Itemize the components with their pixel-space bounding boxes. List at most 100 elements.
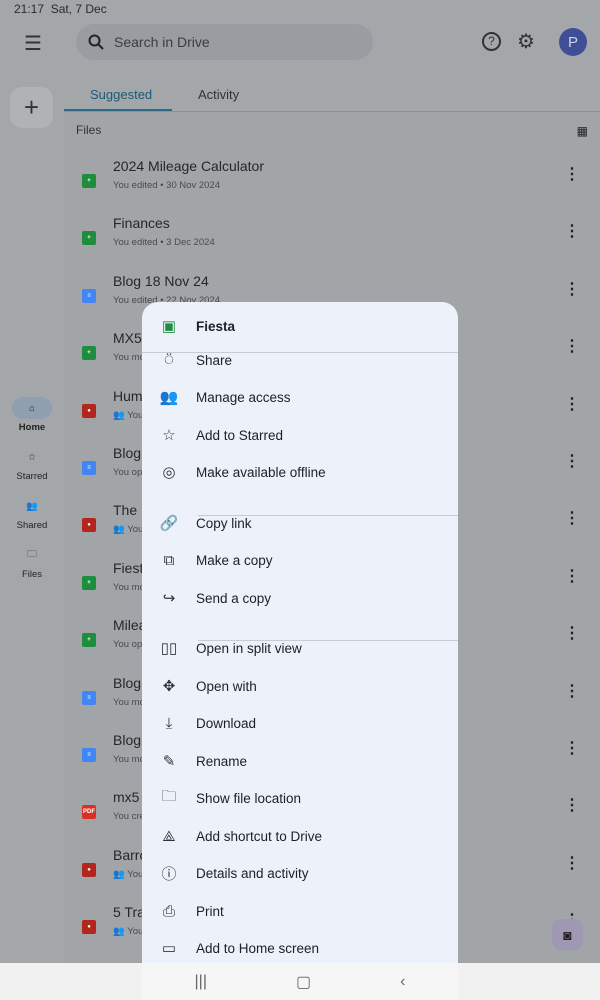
sheet-file-icon: + bbox=[82, 575, 96, 590]
print-icon: ⎙ bbox=[162, 902, 175, 920]
shared-icon: 👥 bbox=[113, 524, 128, 536]
menu-item-download[interactable]: ⤓ Download bbox=[142, 705, 458, 741]
menu-item-details-and-activity[interactable]: ⓘ Details and activity bbox=[142, 855, 458, 891]
file-subtitle: You mo bbox=[113, 352, 145, 363]
file-meta: You bbox=[127, 524, 144, 536]
more-options-icon[interactable]: ⋮ bbox=[564, 738, 580, 758]
grid-view-icon[interactable]: ▦ bbox=[577, 124, 588, 138]
status-bar: 21:17 Sat, 7 Dec bbox=[14, 2, 107, 16]
menu-item-rename[interactable]: ✎ Rename bbox=[142, 743, 458, 779]
file-row[interactable]: + Finances You edited • 3 Dec 2024 ⋮ bbox=[64, 215, 600, 272]
camera-icon: ◙ bbox=[563, 926, 572, 943]
sheet-file-icon: + bbox=[82, 174, 96, 188]
pencil-icon: ✎ bbox=[162, 753, 176, 770]
menu-item-add-shortcut-to-drive[interactable]: ⟁ Add shortcut to Drive bbox=[142, 818, 458, 854]
shared-icon: 👥 bbox=[113, 926, 128, 938]
doc-file-icon: ≡ bbox=[82, 288, 96, 303]
back-button[interactable]: ‹ bbox=[400, 973, 405, 991]
file-meta: You mo bbox=[113, 696, 145, 708]
map-file-icon: ● bbox=[82, 403, 96, 418]
search-placeholder: Search in Drive bbox=[114, 34, 210, 50]
doc-file-icon: ≡ bbox=[82, 461, 96, 475]
help-icon[interactable]: ? bbox=[482, 32, 501, 51]
folder-icon: 🗀 bbox=[27, 549, 37, 560]
menu-item-share[interactable]: ⍥ Share bbox=[142, 342, 458, 378]
menu-item-add-to-starred[interactable]: ☆ Add to Starred bbox=[142, 417, 458, 453]
menu-header: ▣ Fiesta bbox=[142, 308, 458, 344]
file-subtitle: You op bbox=[113, 639, 142, 650]
more-options-icon[interactable]: ⋮ bbox=[564, 681, 580, 701]
more-options-icon[interactable]: ⋮ bbox=[564, 336, 580, 356]
new-button[interactable]: + bbox=[10, 87, 53, 128]
people-icon: 👥 bbox=[159, 389, 179, 406]
tab-activity[interactable]: Activity bbox=[198, 87, 239, 102]
file-row[interactable]: + 2024 Mileage Calculator You edited • 3… bbox=[64, 158, 600, 215]
file-name: Blog bbox=[113, 674, 142, 691]
section-title: Files bbox=[76, 123, 102, 137]
menu-item-copy-link[interactable]: 🔗 Copy link bbox=[142, 505, 458, 541]
menu-item-send-a-copy[interactable]: ↪ Send a copy bbox=[142, 580, 458, 616]
menu-item-label: Print bbox=[196, 903, 224, 919]
file-meta: You edited • 3 Dec 2024 bbox=[113, 237, 215, 249]
nav-home[interactable]: ⌂ Home bbox=[0, 397, 64, 433]
divider bbox=[198, 515, 458, 516]
nav-starred[interactable]: ☆ Starred bbox=[0, 446, 64, 483]
menu-item-show-file-location[interactable]: 🗀 Show file location bbox=[142, 780, 458, 816]
file-meta: You op bbox=[113, 639, 143, 651]
menu-item-make-available-offline[interactable]: ◎ Make available offline bbox=[142, 454, 458, 490]
context-menu-sheet: ▣ Fiesta ⍥ Share 👥 Manage access ☆ Add to Star… bbox=[142, 302, 458, 1000]
more-options-icon[interactable]: ⋮ bbox=[564, 279, 580, 299]
menu-item-make-a-copy[interactable]: ⧉ Make a copy bbox=[142, 542, 458, 578]
screenshot-button[interactable]: ◙ bbox=[552, 919, 583, 950]
file-subtitle: 👥 You bbox=[113, 869, 143, 880]
file-meta: You bbox=[127, 868, 144, 880]
more-options-icon[interactable]: ⋮ bbox=[564, 795, 580, 815]
more-options-icon[interactable]: ⋮ bbox=[564, 164, 580, 184]
menu-item-open-in-split-view[interactable]: ▯▯ Open in split view bbox=[142, 630, 458, 666]
shared-icon: 👥 bbox=[113, 868, 128, 880]
search-icon bbox=[88, 34, 104, 50]
offline-icon: ◎ bbox=[162, 464, 176, 481]
file-name: Blog 18 Nov 24 bbox=[113, 272, 209, 289]
more-options-icon[interactable]: ⋮ bbox=[564, 853, 580, 873]
home-button[interactable]: ▢ bbox=[296, 972, 311, 992]
map-file-icon: ● bbox=[82, 862, 96, 877]
menu-item-open-with[interactable]: ✥ Open with bbox=[142, 668, 458, 704]
map-file-icon: ● bbox=[82, 518, 96, 533]
more-options-icon[interactable]: ⋮ bbox=[564, 451, 580, 471]
map-file-icon: ● bbox=[82, 920, 96, 935]
pdf-file-icon: PDF bbox=[82, 805, 96, 820]
menu-icon[interactable]: ☰ bbox=[24, 31, 42, 56]
forward-icon: ↪ bbox=[162, 590, 176, 607]
more-options-icon[interactable]: ⋮ bbox=[564, 566, 580, 586]
more-options-icon[interactable]: ⋮ bbox=[564, 508, 580, 528]
search-input[interactable]: Search in Drive bbox=[76, 24, 373, 60]
tab-suggested[interactable]: Suggested bbox=[90, 87, 152, 102]
more-options-icon[interactable]: ⋮ bbox=[564, 221, 580, 241]
menu-item-print[interactable]: ⎙ Print bbox=[142, 893, 458, 929]
shared-icon: 👥 bbox=[113, 409, 128, 421]
nav-shared[interactable]: 👥 Shared bbox=[0, 495, 64, 532]
nav-label: Starred bbox=[16, 471, 48, 482]
more-options-icon[interactable]: ⋮ bbox=[564, 623, 580, 643]
menu-item-label: Details and activity bbox=[196, 865, 309, 881]
menu-item-add-to-home-screen[interactable]: ▭ Add to Home screen bbox=[142, 930, 458, 966]
file-subtitle: You edited • 30 Nov 2024 bbox=[113, 180, 220, 191]
more-options-icon[interactable]: ⋮ bbox=[564, 394, 580, 414]
menu-item-label: Open with bbox=[196, 678, 257, 694]
file-subtitle: You mo bbox=[113, 754, 145, 765]
menu-item-label: Add to Home screen bbox=[196, 940, 320, 956]
file-name: Huml bbox=[113, 387, 146, 404]
file-meta: You bbox=[127, 409, 144, 421]
file-meta: You edited • 30 Nov 2024 bbox=[113, 180, 221, 191]
clock: 21:17 bbox=[14, 2, 45, 16]
avatar[interactable]: P bbox=[559, 28, 587, 56]
settings-icon[interactable]: ⚙ bbox=[517, 29, 535, 54]
folder-icon: 🗀 bbox=[161, 787, 177, 805]
nav-label: Shared bbox=[16, 520, 48, 531]
menu-item-manage-access[interactable]: 👥 Manage access bbox=[142, 379, 458, 415]
menu-item-label: Make a copy bbox=[196, 552, 273, 568]
file-subtitle: You cre bbox=[113, 811, 145, 822]
nav-files[interactable]: 🗀 Files bbox=[0, 544, 64, 580]
recents-button[interactable]: ||| bbox=[195, 973, 207, 991]
